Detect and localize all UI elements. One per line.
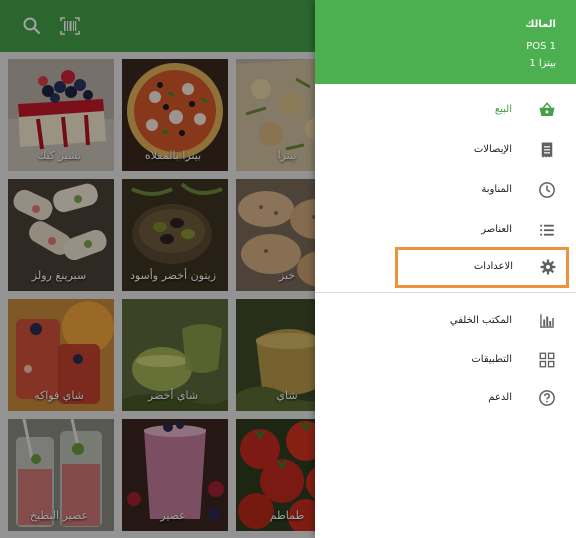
menu-item-shift[interactable]: المناوبة [315, 170, 576, 210]
help-icon [539, 390, 555, 406]
list-icon [540, 224, 554, 236]
menu-item-back-office[interactable]: المكتب الخلفي [315, 301, 576, 341]
bar-chart-icon [540, 314, 554, 328]
receipt-icon [541, 142, 553, 158]
menu-item-sales[interactable]: البيع [315, 90, 576, 130]
menu-item-label: الدعم [488, 392, 512, 403]
menu-item-items[interactable]: العناصر [315, 210, 576, 250]
basket-icon [539, 102, 555, 116]
menu-item-label: البيع [494, 104, 512, 115]
menu-item-label: الاعدادات [473, 261, 513, 272]
drawer-header: المالك POS 1 بيتزا 1 [315, 0, 576, 84]
pos-name: POS 1 [526, 41, 556, 52]
apps-icon [539, 352, 555, 368]
gear-icon [540, 259, 556, 275]
menu-item-label: الإيصالات [473, 144, 512, 155]
menu-item-settings[interactable]: الاعدادات [395, 247, 569, 288]
navigation-drawer: المالك POS 1 بيتزا 1 البيع الإيصالات الم… [315, 0, 576, 538]
owner-name: المالك [525, 19, 556, 30]
menu-item-support[interactable]: الدعم [315, 378, 576, 418]
menu-item-receipts[interactable]: الإيصالات [315, 130, 576, 170]
menu-item-label: التطبيقات [471, 354, 512, 365]
menu-item-label: المكتب الخلفي [449, 315, 512, 326]
menu-item-apps[interactable]: التطبيقات [315, 340, 576, 380]
menu-item-label: المناوبة [481, 184, 512, 195]
store-name: بيتزا 1 [529, 58, 556, 69]
menu-divider [315, 292, 576, 293]
menu-item-label: العناصر [481, 224, 512, 235]
clock-icon [539, 182, 555, 198]
